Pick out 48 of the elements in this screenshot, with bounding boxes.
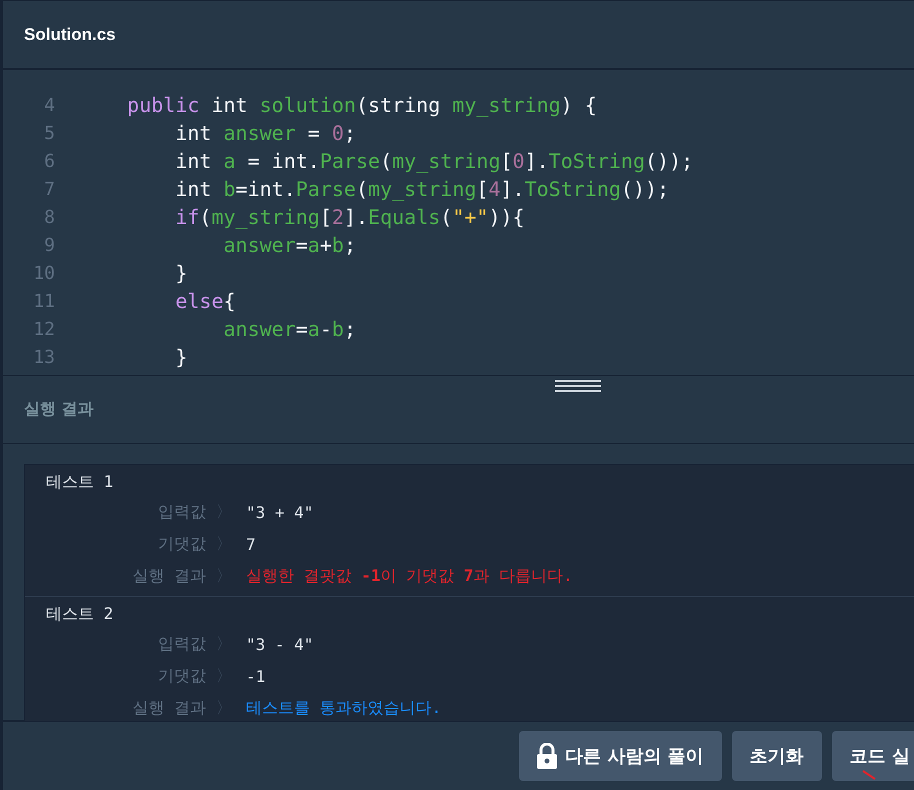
result-value: 7 <box>246 534 256 554</box>
separator-glyph: 〉 <box>216 534 232 554</box>
line-number: 9 <box>43 234 55 256</box>
code-line: } <box>174 261 188 285</box>
line-number: 10 <box>32 262 55 284</box>
line-number: 4 <box>43 94 55 116</box>
code-line: } <box>174 345 188 369</box>
action-button[interactable]: 코드 실 <box>832 731 914 781</box>
line-number: 8 <box>43 206 55 228</box>
pen-stroke-mark <box>862 770 876 780</box>
line-number: 11 <box>32 290 55 312</box>
separator-glyph: 〉 <box>216 502 232 522</box>
action-button[interactable]: 초기화 <box>732 731 822 781</box>
solutions-button[interactable]: 다른 사람의 풀이 <box>519 731 722 781</box>
result-value: 실행한 결괏값 -1이 기댓값 7과 다릅니다. <box>246 566 573 586</box>
code-line: if(my_string[2].Equals("+")){ <box>174 205 525 229</box>
line-number: 5 <box>43 122 55 144</box>
test-title: 테스트 1 <box>46 472 114 493</box>
result-label: 기댓값 <box>157 534 206 554</box>
separator-glyph: 〉 <box>216 634 232 654</box>
result-value: -1 <box>246 666 266 686</box>
code-line: public int solution(string my_string) { <box>126 93 597 117</box>
result-value: "3 + 4" <box>246 502 314 522</box>
section-title: 실행 결과 <box>24 399 94 420</box>
resize-handle-icon[interactable] <box>555 380 601 392</box>
result-value: "3 - 4" <box>246 634 314 654</box>
code-line: int b=int.Parse(my_string[4].ToString()); <box>174 177 670 201</box>
result-label: 실행 결과 <box>131 698 206 718</box>
line-number: 13 <box>32 346 55 368</box>
file-name: Solution.cs <box>24 24 116 44</box>
result-label: 기댓값 <box>157 666 206 686</box>
result-label: 입력값 <box>157 502 206 522</box>
separator-glyph: 〉 <box>216 698 232 718</box>
separator-glyph: 〉 <box>216 566 232 586</box>
separator-glyph: 〉 <box>216 666 232 686</box>
code-line: answer=a-b; <box>222 317 356 341</box>
code-line: else{ <box>174 289 236 313</box>
code-line: int a = int.Parse(my_string[0].ToString()); <box>174 149 694 173</box>
result-label: 입력값 <box>157 634 206 654</box>
code-line: answer=a+b; <box>222 233 356 257</box>
line-number: 6 <box>43 150 55 172</box>
line-number: 7 <box>43 178 55 200</box>
code-line: int answer = 0; <box>174 121 356 145</box>
test-title: 테스트 2 <box>46 604 114 625</box>
result-label: 실행 결과 <box>131 566 206 586</box>
result-value: 테스트를 통과하였습니다. <box>246 698 442 718</box>
line-number: 12 <box>32 318 55 340</box>
lock-icon <box>537 743 557 769</box>
